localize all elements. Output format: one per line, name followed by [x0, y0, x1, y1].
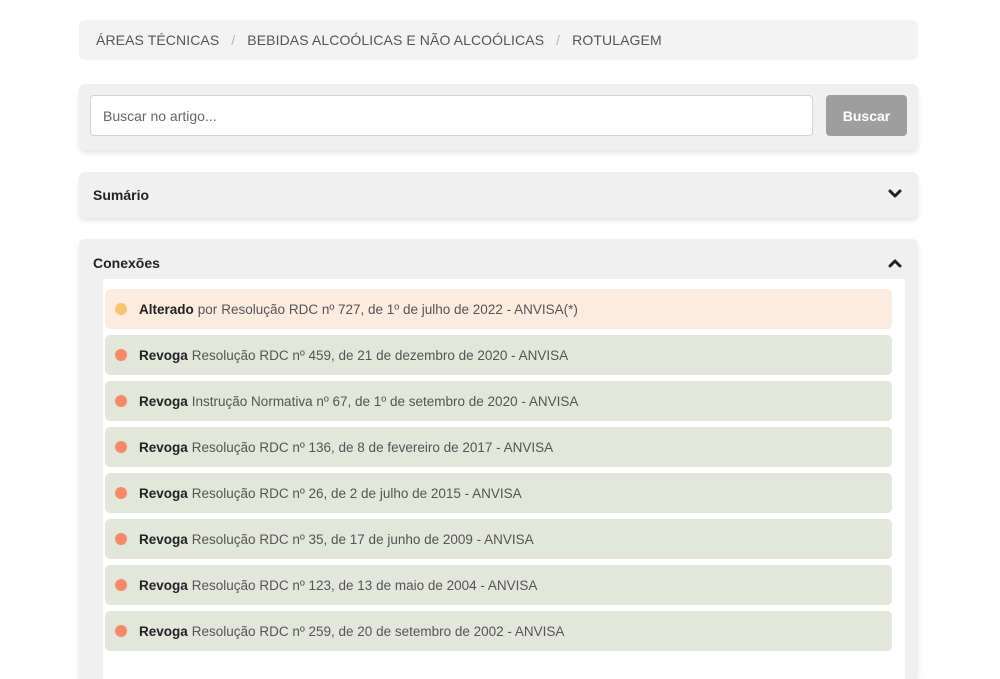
- status-dot-icon: [115, 395, 127, 407]
- connection-item[interactable]: Revoga Resolução RDC nº 459, de 21 de de…: [105, 335, 892, 375]
- status-dot-icon: [115, 625, 127, 637]
- connection-relation: Alterado: [139, 301, 194, 317]
- connection-relation: Revoga: [139, 439, 188, 455]
- status-dot-icon: [115, 349, 127, 361]
- connection-link[interactable]: Resolução RDC nº 259, de 20 de setembro …: [192, 624, 565, 639]
- connection-item[interactable]: Revoga Resolução RDC nº 26, de 2 de julh…: [105, 473, 892, 513]
- connection-item[interactable]: Revoga Resolução RDC nº 123, de 13 de ma…: [105, 565, 892, 605]
- breadcrumb-item-areas-tecnicas[interactable]: ÁREAS TÉCNICAS: [96, 32, 219, 48]
- connection-relation: Revoga: [139, 623, 188, 639]
- connection-link[interactable]: Resolução RDC nº 26, de 2 de julho de 20…: [192, 486, 522, 501]
- connection-link[interactable]: Resolução RDC nº 459, de 21 de dezembro …: [192, 348, 568, 363]
- breadcrumb-separator: /: [556, 32, 561, 48]
- page: ÁREAS TÉCNICAS / BEBIDAS ALCOÓLICAS E NÃ…: [0, 0, 1000, 679]
- connection-link[interactable]: Resolução RDC nº 727, de 1º de julho de …: [221, 302, 578, 317]
- breadcrumb-item-rotulagem[interactable]: ROTULAGEM: [572, 32, 662, 48]
- status-dot-icon: [115, 533, 127, 545]
- status-dot-icon: [115, 487, 127, 499]
- connection-relation: Revoga: [139, 531, 188, 547]
- connection-item[interactable]: Revoga Resolução RDC nº 136, de 8 de fev…: [105, 427, 892, 467]
- status-dot-icon: [115, 441, 127, 453]
- connection-relation: Revoga: [139, 577, 188, 593]
- connection-link[interactable]: Resolução RDC nº 35, de 17 de junho de 2…: [192, 532, 534, 547]
- connection-relation: Revoga: [139, 485, 188, 501]
- sumario-title: Sumário: [93, 187, 150, 203]
- connection-conjunction: por: [197, 301, 218, 317]
- sumario-accordion: Sumário: [79, 172, 918, 218]
- conexoes-title: Conexões: [93, 255, 160, 271]
- connections-list: Alterado por Resolução RDC nº 727, de 1º…: [103, 279, 905, 679]
- sumario-header[interactable]: Sumário: [79, 172, 918, 218]
- breadcrumb: ÁREAS TÉCNICAS / BEBIDAS ALCOÓLICAS E NÃ…: [79, 20, 918, 60]
- connection-relation: Revoga: [139, 347, 188, 363]
- search-panel: Buscar: [79, 84, 918, 150]
- status-dot-icon: [115, 303, 127, 315]
- conexoes-accordion: Conexões Alterado por Resolução RDC nº 7…: [79, 239, 918, 679]
- status-dot-icon: [115, 579, 127, 591]
- connection-relation: Revoga: [139, 393, 188, 409]
- connection-link[interactable]: Resolução RDC nº 136, de 8 de fevereiro …: [192, 440, 553, 455]
- connection-link[interactable]: Instrução Normativa nº 67, de 1º de sete…: [192, 394, 579, 409]
- chevron-down-icon[interactable]: [888, 189, 902, 199]
- chevron-up-icon[interactable]: [888, 258, 902, 268]
- search-input[interactable]: [90, 95, 813, 136]
- search-button[interactable]: Buscar: [826, 95, 907, 136]
- connection-link[interactable]: Resolução RDC nº 123, de 13 de maio de 2…: [192, 578, 538, 593]
- breadcrumb-item-bebidas[interactable]: BEBIDAS ALCOÓLICAS E NÃO ALCOÓLICAS: [247, 32, 544, 48]
- connection-item[interactable]: Alterado por Resolução RDC nº 727, de 1º…: [105, 289, 892, 329]
- connection-item[interactable]: Revoga Instrução Normativa nº 67, de 1º …: [105, 381, 892, 421]
- connection-item[interactable]: Revoga Resolução RDC nº 259, de 20 de se…: [105, 611, 892, 651]
- breadcrumb-separator: /: [231, 32, 236, 48]
- connection-item[interactable]: Revoga Resolução RDC nº 35, de 17 de jun…: [105, 519, 892, 559]
